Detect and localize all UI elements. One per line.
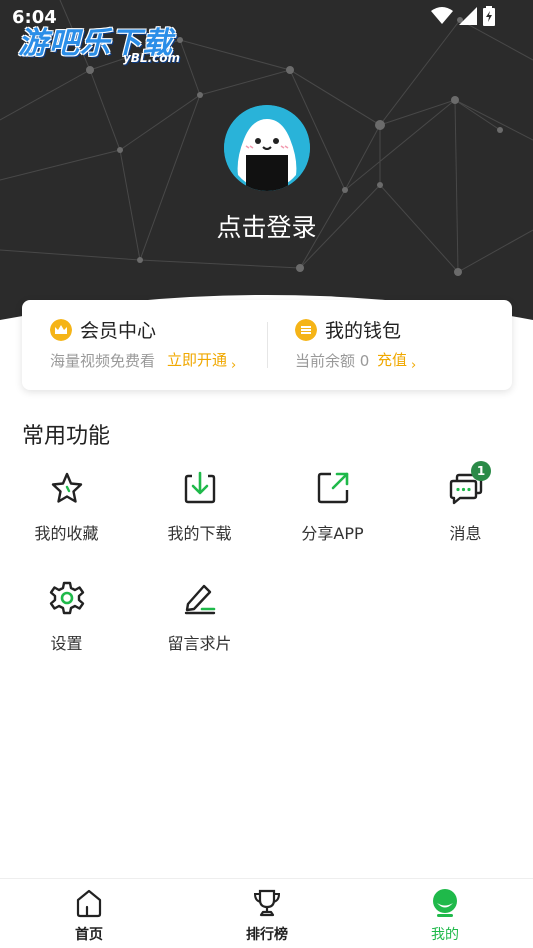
feature-share-app[interactable]: 分享APP (266, 470, 399, 570)
wallet-balance: 当前余额 0 (295, 352, 370, 370)
section-title-common-functions: 常用功能 (22, 424, 111, 449)
vip-open-link[interactable]: 立即开通 › (167, 349, 237, 373)
watermark-domain: yBL.com (122, 51, 180, 65)
vip-open-label: 立即开通 (167, 351, 228, 369)
tab-label: 首页 (75, 927, 103, 943)
coin-icon (295, 319, 317, 341)
vip-center-title: 会员中心 (80, 320, 157, 342)
vip-center-entry[interactable]: 会员中心 海量视频免费看 立即开通 › (22, 300, 267, 390)
feature-label: 消息 (449, 524, 482, 543)
user-avatar[interactable] (224, 105, 310, 191)
feature-request-movie[interactable]: 留言求片 (133, 580, 266, 680)
message-count-badge: 1 (471, 461, 491, 481)
home-icon (76, 889, 102, 918)
vip-center-subtitle: 海量视频免费看 (50, 352, 156, 370)
wallet-entry[interactable]: 我的钱包 当前余额 0 充值 › (267, 300, 512, 390)
wallet-title: 我的钱包 (325, 320, 402, 342)
share-icon (317, 472, 348, 504)
feature-label: 我的收藏 (34, 524, 99, 543)
status-icons (431, 6, 495, 26)
feature-label: 留言求片 (167, 634, 232, 653)
recharge-label: 充值 (377, 351, 408, 369)
gear-icon (49, 581, 84, 615)
chevron-right-icon: › (411, 358, 417, 373)
watermark-logo: 游吧乐下载 yBL.com (18, 18, 188, 68)
chevron-right-icon: › (231, 358, 237, 373)
login-prompt[interactable]: 点击登录 (0, 208, 533, 244)
star-icon (51, 472, 82, 503)
tab-label: 排行榜 (246, 927, 288, 943)
battery-charging-icon (483, 6, 495, 26)
crown-icon (50, 319, 72, 341)
download-icon (184, 471, 215, 504)
tab-home[interactable]: 首页 (0, 879, 178, 948)
tab-mine[interactable]: 我的 (356, 879, 533, 948)
bottom-tab-bar: 首页 排行榜 我的 (0, 878, 533, 948)
trophy-icon (253, 889, 281, 917)
feature-label: 设置 (50, 634, 83, 653)
wifi-icon (431, 7, 453, 24)
feature-messages[interactable]: 1 消息 (399, 461, 532, 570)
feature-favorites[interactable]: 我的收藏 (0, 470, 133, 570)
edit-icon (184, 584, 215, 615)
feature-settings[interactable]: 设置 (0, 580, 133, 680)
profile-icon (433, 889, 457, 917)
member-wallet-card: 会员中心 海量视频免费看 立即开通 › 我的钱包 当前余额 0 充值 › (22, 300, 512, 390)
recharge-link[interactable]: 充值 › (377, 349, 417, 373)
feature-downloads[interactable]: 我的下载 (133, 470, 266, 570)
onigiri-avatar-icon (224, 105, 310, 191)
feature-label: 分享APP (301, 524, 364, 543)
tab-ranking[interactable]: 排行榜 (178, 879, 356, 948)
feature-label: 我的下载 (167, 524, 232, 543)
tab-label: 我的 (431, 927, 459, 943)
signal-icon (459, 7, 477, 25)
